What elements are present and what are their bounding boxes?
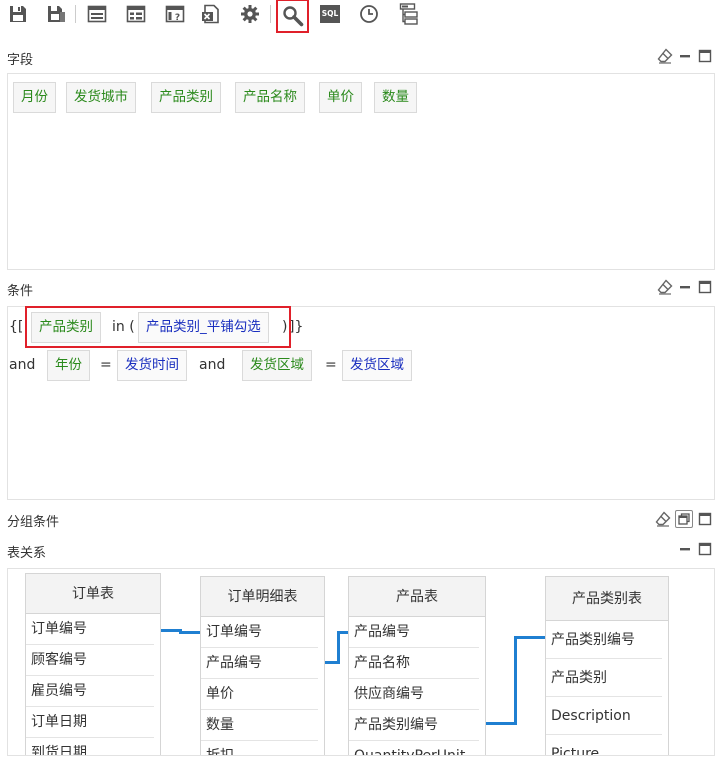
condition-field-chip[interactable]: 年份 bbox=[47, 350, 90, 381]
relation-link bbox=[514, 636, 517, 725]
table-header: 产品类别表 bbox=[546, 577, 668, 621]
relation-link bbox=[179, 631, 200, 634]
condition-close-bracket: ]} bbox=[289, 319, 304, 335]
table-column[interactable]: 产品类别编号 bbox=[349, 710, 479, 741]
condition-value-chip[interactable]: 发货时间 bbox=[117, 350, 187, 381]
eraser-icon[interactable] bbox=[655, 511, 671, 527]
toolbar: ? SQL bbox=[0, 0, 722, 33]
save-icon[interactable] bbox=[7, 3, 29, 25]
gear-icon[interactable] bbox=[239, 3, 261, 25]
group-tools bbox=[655, 510, 713, 528]
table-column[interactable]: 到货日期 bbox=[26, 738, 154, 755]
field-chip[interactable]: 单价 bbox=[319, 82, 362, 113]
fields-tools bbox=[657, 48, 713, 64]
toolbar-separator bbox=[75, 5, 76, 23]
svg-text:?: ? bbox=[175, 13, 180, 23]
relation-link bbox=[486, 722, 516, 725]
maximize-icon[interactable] bbox=[697, 48, 713, 64]
sql-icon[interactable]: SQL bbox=[319, 3, 341, 25]
table-header: 订单表 bbox=[26, 574, 160, 614]
relations-panel: 订单表 订单编号 顾客编号 雇员编号 订单日期 到货日期 订单明细表 订单编号 … bbox=[7, 568, 715, 756]
relations-title: 表关系 bbox=[7, 546, 47, 561]
table-column[interactable]: 顾客编号 bbox=[26, 645, 154, 676]
table-column[interactable]: 折扣 bbox=[201, 741, 318, 755]
minimize-icon[interactable] bbox=[677, 541, 693, 557]
condition-open-bracket: {[ bbox=[9, 319, 24, 335]
maximize-icon[interactable] bbox=[697, 541, 713, 557]
field-chip[interactable]: 产品类别 bbox=[151, 82, 221, 113]
tree-icon[interactable] bbox=[398, 3, 420, 25]
table-column[interactable]: 产品类别 bbox=[546, 659, 662, 697]
sql-icon-label: SQL bbox=[320, 5, 340, 23]
condition-equals: = bbox=[325, 357, 337, 373]
field-chip[interactable]: 产品名称 bbox=[235, 82, 305, 113]
conditions-tools bbox=[657, 279, 713, 295]
clock-icon[interactable] bbox=[358, 3, 380, 25]
save-as-icon[interactable] bbox=[45, 3, 67, 25]
table-column[interactable]: Picture bbox=[546, 735, 662, 755]
layout-icon[interactable] bbox=[86, 3, 108, 25]
toolbar-separator bbox=[270, 5, 271, 23]
table-card-orders[interactable]: 订单表 订单编号 顾客编号 雇员编号 订单日期 到货日期 bbox=[25, 573, 161, 755]
condition-field-chip[interactable]: 发货区域 bbox=[242, 350, 312, 381]
minimize-icon[interactable] bbox=[677, 48, 693, 64]
condition-and-2: and bbox=[199, 357, 226, 373]
group-title: 分组条件 bbox=[7, 515, 60, 530]
maximize-icon[interactable] bbox=[697, 279, 713, 295]
table-column[interactable]: 供应商编号 bbox=[349, 679, 479, 710]
fields-panel: 月份 发货城市 产品类别 产品名称 单价 数量 bbox=[7, 73, 715, 270]
table-column[interactable]: 订单编号 bbox=[201, 617, 318, 648]
eraser-icon[interactable] bbox=[657, 279, 673, 295]
table-column[interactable]: 订单编号 bbox=[26, 614, 154, 645]
restore-icon[interactable] bbox=[675, 510, 693, 528]
eraser-icon[interactable] bbox=[657, 48, 673, 64]
table-column[interactable]: QuantityPerUnit bbox=[349, 741, 479, 755]
relation-link bbox=[514, 636, 545, 639]
table-column[interactable]: 数量 bbox=[201, 710, 318, 741]
relation-link bbox=[337, 631, 348, 634]
table-card-products[interactable]: 产品表 产品编号 产品名称 供应商编号 产品类别编号 QuantityPerUn… bbox=[348, 576, 486, 755]
maximize-icon[interactable] bbox=[697, 511, 713, 527]
table-column[interactable]: 产品名称 bbox=[349, 648, 479, 679]
table-column[interactable]: 产品编号 bbox=[349, 617, 479, 648]
field-chip[interactable]: 月份 bbox=[13, 82, 56, 113]
highlight-box bbox=[25, 306, 291, 348]
condition-equals: = bbox=[100, 357, 112, 373]
condition-value-chip[interactable]: 发货区域 bbox=[342, 350, 412, 381]
condition-and-1: and bbox=[9, 357, 36, 373]
excel-icon[interactable] bbox=[200, 3, 222, 25]
relations-tools bbox=[677, 541, 713, 557]
table-column[interactable]: 单价 bbox=[201, 679, 318, 710]
field-chip[interactable]: 发货城市 bbox=[66, 82, 136, 113]
fields-title: 字段 bbox=[7, 53, 34, 68]
table-column[interactable]: 订单日期 bbox=[26, 707, 154, 738]
table-header: 产品表 bbox=[349, 577, 485, 617]
table-header: 订单明细表 bbox=[201, 577, 324, 617]
minimize-icon[interactable] bbox=[677, 279, 693, 295]
grid-icon[interactable] bbox=[125, 3, 147, 25]
table-column[interactable]: 雇员编号 bbox=[26, 676, 154, 707]
table-card-order-details[interactable]: 订单明细表 订单编号 产品编号 单价 数量 折扣 bbox=[200, 576, 325, 755]
table-column[interactable]: 产品类别编号 bbox=[546, 621, 662, 659]
conditions-title: 条件 bbox=[7, 284, 34, 299]
search-icon[interactable] bbox=[276, 0, 309, 33]
relation-link bbox=[161, 629, 181, 632]
table-column[interactable]: 产品编号 bbox=[201, 648, 318, 679]
table-card-categories[interactable]: 产品类别表 产品类别编号 产品类别 Description Picture bbox=[545, 576, 669, 755]
relation-link bbox=[337, 631, 340, 664]
field-chip[interactable]: 数量 bbox=[374, 82, 417, 113]
help-template-icon[interactable]: ? bbox=[164, 3, 186, 25]
table-column[interactable]: Description bbox=[546, 697, 662, 735]
